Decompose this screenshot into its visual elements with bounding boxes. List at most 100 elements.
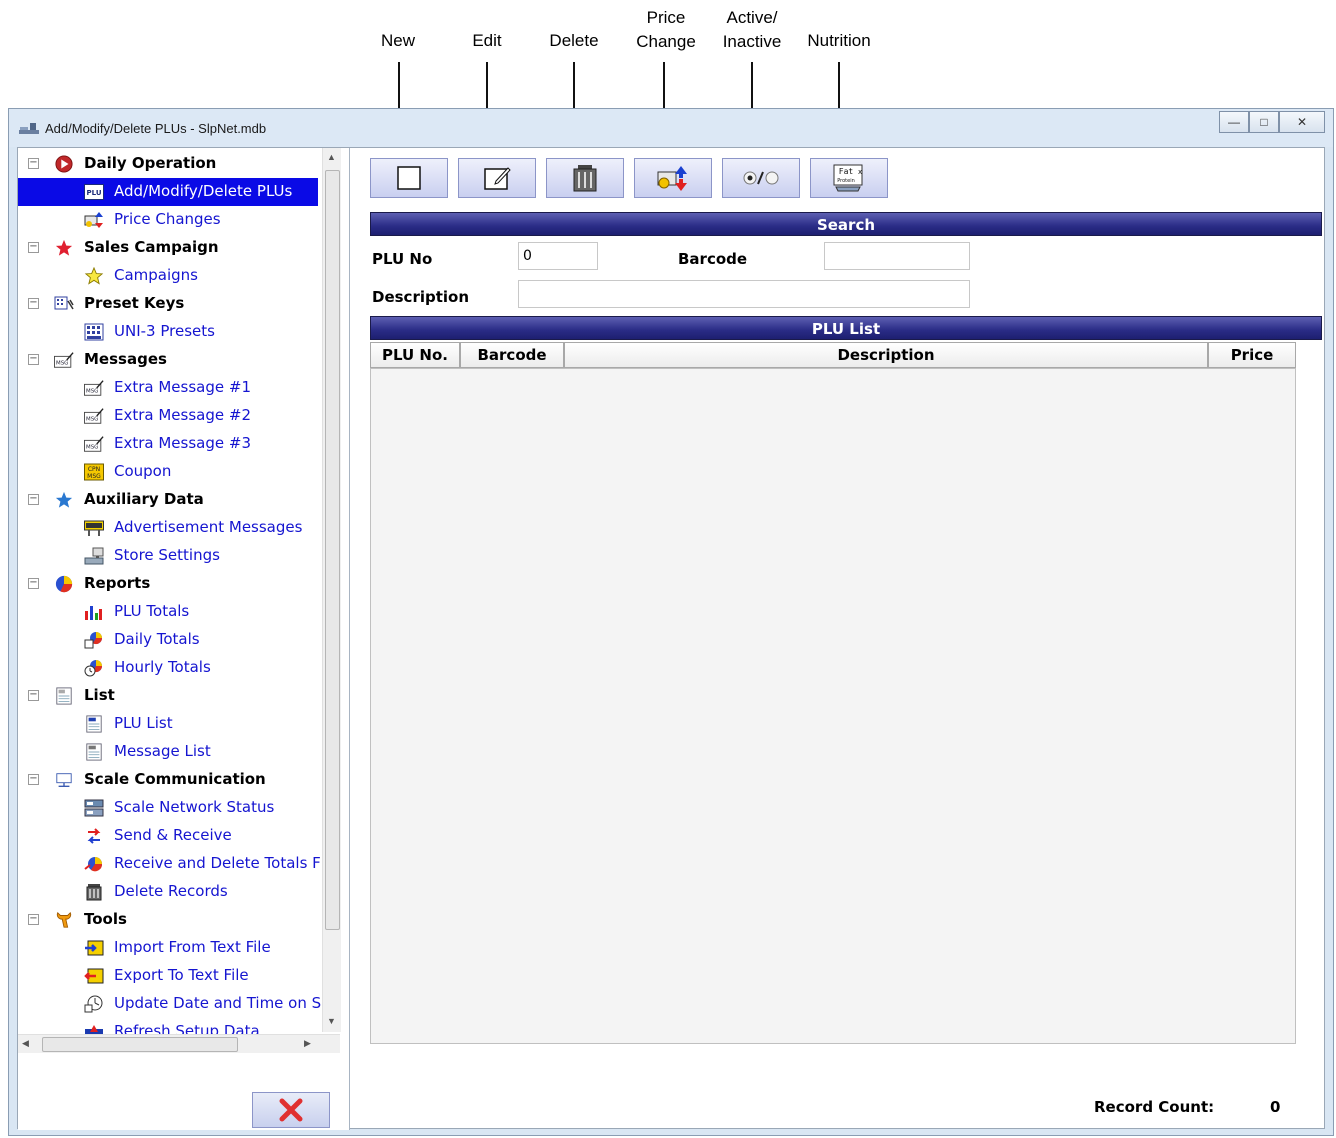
nutrition-button[interactable]: Fat Protein x — [810, 158, 888, 198]
active-inactive-button[interactable] — [722, 158, 800, 198]
column-header-plu-no[interactable]: PLU No. — [370, 342, 460, 368]
tree-item-update-date-time[interactable]: Update Date and Time on S — [18, 990, 322, 1018]
tree-item-import-from-text-file[interactable]: Import From Text File — [18, 934, 318, 962]
tree-item-extra-message-2[interactable]: MSG Extra Message #2 — [18, 402, 318, 430]
tree-category-scale-communication[interactable]: − Scale Communication — [18, 766, 318, 794]
tree-category-daily-operation[interactable]: − Daily Operation — [18, 150, 318, 178]
tree-item-extra-message-3[interactable]: MSG Extra Message #3 — [18, 430, 318, 458]
message-list-icon — [86, 743, 102, 761]
scroll-down-icon[interactable]: ▼ — [327, 1016, 336, 1026]
callout-active-line1: Active/ — [726, 8, 778, 27]
scroll-thumb[interactable] — [325, 170, 340, 930]
collapse-icon[interactable]: − — [28, 298, 39, 309]
tree-item-label: Hourly Totals — [114, 658, 211, 676]
receive-delete-totals-icon — [84, 857, 103, 872]
tree-item-label: Price Changes — [114, 210, 221, 228]
client-area: − Daily Operation PLU Add/Modify/Delete … — [17, 147, 1325, 1130]
tree-category-auxiliary-data[interactable]: − Auxiliary Data — [18, 486, 318, 514]
scroll-up-icon[interactable]: ▲ — [327, 152, 336, 162]
maximize-button[interactable]: □ — [1249, 111, 1279, 133]
column-header-barcode[interactable]: Barcode — [460, 342, 564, 368]
message-icon: MSG — [84, 408, 104, 424]
app-window: Add/Modify/Delete PLUs - SlpNet.mdb — □ … — [8, 108, 1334, 1136]
close-button[interactable]: ✕ — [1279, 111, 1325, 133]
tree-item-receive-delete-totals[interactable]: Receive and Delete Totals F — [18, 850, 321, 878]
tree-item-send-receive[interactable]: Send & Receive — [18, 822, 318, 850]
tree-category-reports[interactable]: − Reports — [18, 570, 318, 598]
tree-category-label: Daily Operation — [84, 154, 217, 172]
delete-button[interactable] — [546, 158, 624, 198]
collapse-icon[interactable]: − — [28, 242, 39, 253]
tree-item-daily-totals[interactable]: Daily Totals — [18, 626, 318, 654]
callout-active-inactive: Active/ Inactive — [714, 6, 790, 54]
tree-vertical-scrollbar[interactable]: ▲ ▼ — [322, 148, 341, 1032]
barcode-label: Barcode — [678, 250, 748, 268]
exit-button[interactable] — [252, 1092, 330, 1128]
collapse-icon[interactable]: − — [28, 578, 39, 589]
tree-item-extra-message-1[interactable]: MSG Extra Message #1 — [18, 374, 318, 402]
tree-item-campaigns[interactable]: Campaigns — [18, 262, 318, 290]
tree-item-export-to-text-file[interactable]: Export To Text File — [18, 962, 318, 990]
price-change-button[interactable] — [634, 158, 712, 198]
tree-category-sales-campaign[interactable]: − Sales Campaign — [18, 234, 318, 262]
tree-category-label: Auxiliary Data — [84, 490, 204, 508]
tree-item-advertisement-messages[interactable]: Advertisement Messages — [18, 514, 318, 542]
description-input[interactable] — [518, 280, 970, 308]
tree-item-label: Store Settings — [114, 546, 220, 564]
callout-new: New — [380, 31, 415, 50]
tree-item-plu-list[interactable]: PLU List — [18, 710, 318, 738]
campaign-star-icon — [84, 267, 104, 285]
collapse-icon[interactable]: − — [28, 354, 39, 365]
collapse-icon[interactable]: − — [28, 690, 39, 701]
column-header-price[interactable]: Price — [1208, 342, 1296, 368]
scroll-right-icon[interactable]: ▶ — [304, 1038, 311, 1049]
play-icon — [55, 155, 73, 173]
plu-icon: PLU — [84, 184, 104, 200]
tree-item-plu-totals[interactable]: PLU Totals — [18, 598, 318, 626]
column-header-description[interactable]: Description — [564, 342, 1208, 368]
tree-item-label: Daily Totals — [114, 630, 200, 648]
minimize-button[interactable]: — — [1219, 111, 1249, 133]
tree-item-delete-records[interactable]: Delete Records — [18, 878, 318, 906]
collapse-icon[interactable]: − — [28, 914, 39, 925]
plu-list-section-header: PLU List — [370, 316, 1322, 340]
callout-price-change-line2: Change — [636, 32, 696, 51]
scroll-thumb[interactable] — [42, 1037, 238, 1052]
svg-text:MSG: MSG — [87, 473, 101, 480]
collapse-icon[interactable]: − — [28, 494, 39, 505]
tree-category-list[interactable]: − List — [18, 682, 318, 710]
tree-horizontal-scrollbar[interactable]: ◀ ▶ — [18, 1034, 340, 1053]
radio-toggle-icon — [743, 171, 779, 185]
plu-no-input[interactable]: 0 — [518, 242, 598, 270]
tree-item-hourly-totals[interactable]: Hourly Totals — [18, 654, 318, 682]
new-document-icon — [397, 166, 421, 190]
tree-item-label: Coupon — [114, 462, 172, 480]
navigation-tree: − Daily Operation PLU Add/Modify/Delete … — [18, 148, 350, 1130]
collapse-icon[interactable]: − — [28, 158, 39, 169]
barcode-input[interactable] — [824, 242, 970, 270]
uni3-presets-icon — [84, 323, 104, 341]
scroll-left-icon[interactable]: ◀ — [22, 1038, 29, 1049]
new-button[interactable] — [370, 158, 448, 198]
svg-text:MSG: MSG — [86, 445, 98, 451]
plu-list-grid[interactable] — [370, 368, 1296, 1044]
plu-list-icon — [86, 715, 102, 733]
callout-delete: Delete — [549, 31, 599, 50]
tree-item-label: Update Date and Time on S — [114, 994, 322, 1012]
tree-item-price-changes[interactable]: Price Changes — [18, 206, 318, 234]
advertisement-icon — [84, 520, 104, 536]
svg-text:MSG: MSG — [86, 389, 98, 395]
tree-item-store-settings[interactable]: Store Settings — [18, 542, 318, 570]
tree-category-messages[interactable]: − MSG Messages — [18, 346, 318, 374]
tree-item-scale-network-status[interactable]: Scale Network Status — [18, 794, 318, 822]
tree-category-preset-keys[interactable]: − Preset Keys — [18, 290, 318, 318]
tree-item-uni3-presets[interactable]: UNI-3 Presets — [18, 318, 318, 346]
tree-item-message-list[interactable]: Message List — [18, 738, 318, 766]
tree-item-coupon[interactable]: CPN MSG Coupon — [18, 458, 318, 486]
tree-item-label: Scale Network Status — [114, 798, 275, 816]
edit-button[interactable] — [458, 158, 536, 198]
tree-item-add-modify-delete-plus[interactable]: PLU Add/Modify/Delete PLUs — [18, 178, 318, 206]
message-icon: MSG — [84, 436, 104, 452]
tree-category-tools[interactable]: − Tools — [18, 906, 318, 934]
collapse-icon[interactable]: − — [28, 774, 39, 785]
